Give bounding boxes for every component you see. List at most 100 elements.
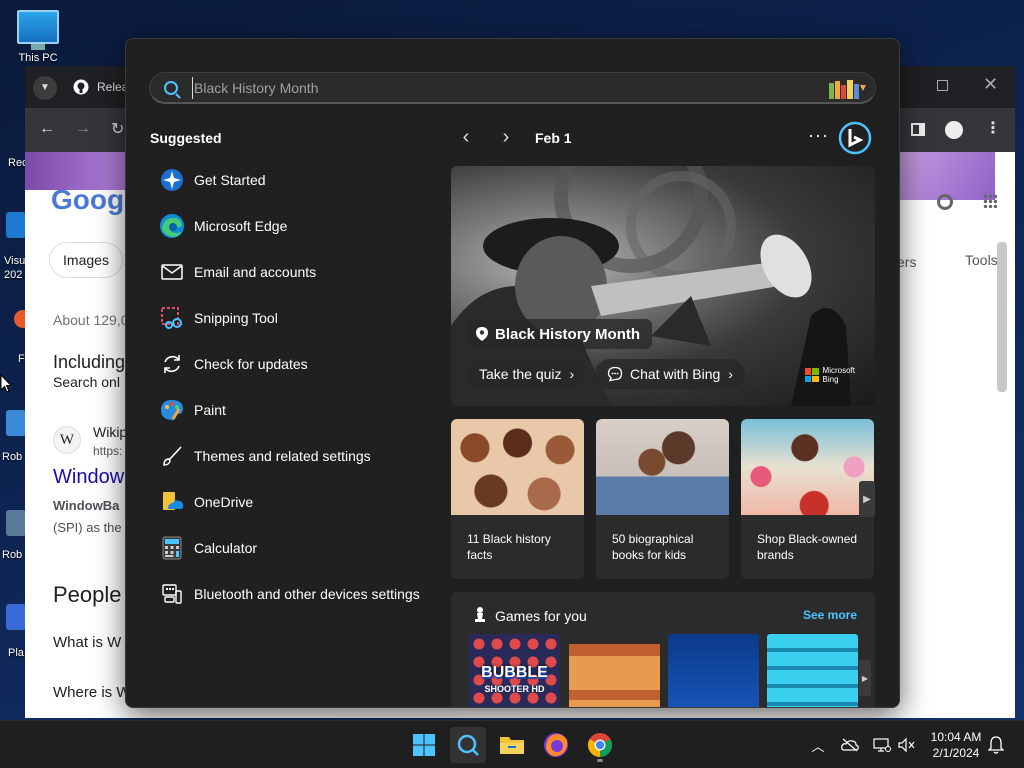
suggested-item-snipping-tool[interactable]: Snipping Tool xyxy=(150,295,440,341)
apps-grid-icon[interactable] xyxy=(983,194,997,208)
forward-button[interactable]: → xyxy=(75,120,91,138)
search-only-link[interactable]: Search onl xyxy=(53,374,120,390)
brush-icon xyxy=(159,443,185,469)
highlight-card[interactable]: 50 biographical books for kids xyxy=(596,419,729,579)
browser-menu-icon[interactable]: ⋮ xyxy=(985,118,1001,138)
tools-button[interactable]: Tools xyxy=(965,252,998,268)
robot-icon[interactable] xyxy=(6,510,26,536)
search-input[interactable] xyxy=(192,77,772,99)
taskbar-clock[interactable]: 10:04 AM 2/1/2024 xyxy=(918,729,994,761)
firefox-button[interactable] xyxy=(538,727,574,763)
wiki-site-name: Wikip xyxy=(93,424,128,440)
robot-icon[interactable] xyxy=(6,410,26,436)
suggested-item-label: Calculator xyxy=(194,540,258,556)
highlight-card[interactable]: 11 Black history facts xyxy=(451,419,584,579)
suggested-item-email-accounts[interactable]: Email and accounts xyxy=(150,249,440,295)
suggested-item-label: Themes and related settings xyxy=(194,448,371,464)
desktop-icon-label-partial: Rob xyxy=(2,549,23,561)
suggested-item-label: Bluetooth and other devices settings xyxy=(194,586,420,602)
see-more-link[interactable]: See more xyxy=(803,608,857,622)
page-scrollbar[interactable] xyxy=(997,242,1007,392)
images-chip[interactable]: Images xyxy=(49,242,123,278)
location-pin-icon xyxy=(476,327,488,341)
question-item[interactable]: What is W xyxy=(53,634,121,651)
result-snippet-bold: WindowBa xyxy=(53,498,120,513)
search-box[interactable] xyxy=(149,72,876,104)
profile-icon[interactable] xyxy=(945,121,963,139)
search-icon xyxy=(164,81,178,95)
chevron-up-icon[interactable]: ︿ xyxy=(808,735,828,755)
start-button[interactable] xyxy=(406,727,442,763)
brand-line: Microsoft xyxy=(822,366,855,375)
games-title: Games for you xyxy=(495,608,587,624)
notification-bell-icon[interactable] xyxy=(986,735,1006,755)
maximize-button[interactable] xyxy=(937,80,948,91)
suggested-item-label: Snipping Tool xyxy=(194,310,278,326)
cards-next-arrow[interactable]: ▶ xyxy=(859,481,875,517)
game-tile-bubble-shooter[interactable]: BUBBLE SHOOTER HD xyxy=(469,634,560,707)
reload-button[interactable]: ↻ xyxy=(111,119,124,139)
suggested-item-bluetooth[interactable]: Bluetooth and other devices settings xyxy=(150,571,440,617)
vscode-icon[interactable] xyxy=(6,212,26,238)
suggested-item-calculator[interactable]: Calculator xyxy=(150,525,440,571)
suggested-item-paint[interactable]: Paint xyxy=(150,387,440,433)
suggested-item-check-updates[interactable]: Check for updates xyxy=(150,341,440,387)
suggested-item-microsoft-edge[interactable]: Microsoft Edge xyxy=(150,203,440,249)
chevron-right-icon: › xyxy=(569,366,575,382)
suggested-item-onedrive[interactable]: OneDrive xyxy=(150,479,440,525)
file-explorer-button[interactable] xyxy=(494,727,530,763)
google-logo[interactable]: Googl xyxy=(51,184,132,216)
card-title: 50 biographical books for kids xyxy=(612,532,694,562)
monitor-icon xyxy=(17,10,59,50)
game-tile[interactable] xyxy=(668,634,759,707)
suggested-item-get-started[interactable]: Get Started xyxy=(150,157,440,203)
black-history-hero-card[interactable]: Black History Month Take the quiz › Chat… xyxy=(451,166,875,406)
take-quiz-button[interactable]: Take the quiz › xyxy=(467,359,587,389)
result-link[interactable]: Window xyxy=(53,466,124,489)
card-title: 11 Black history facts xyxy=(467,532,551,562)
highlight-card[interactable]: Shop Black-owned brands xyxy=(741,419,874,579)
chat-with-bing-button[interactable]: Chat with Bing › xyxy=(595,359,745,389)
tab-search-button[interactable]: ▼ xyxy=(33,76,57,100)
suggested-item-label: Paint xyxy=(194,402,226,418)
chrome-icon xyxy=(587,733,613,757)
desktop-icon-this-pc[interactable]: This PC xyxy=(0,10,76,64)
suggested-item-themes[interactable]: Themes and related settings xyxy=(150,433,440,479)
edge-icon xyxy=(159,213,185,239)
gear-icon[interactable] xyxy=(937,194,953,210)
chat-bubble-icon xyxy=(607,366,623,382)
network-icon[interactable] xyxy=(872,735,892,755)
suggested-item-label: OneDrive xyxy=(194,494,254,510)
running-indicator xyxy=(597,759,603,762)
search-taskbar-button[interactable] xyxy=(450,727,486,763)
game-tile[interactable] xyxy=(767,634,858,707)
chevron-right-icon: › xyxy=(728,366,733,382)
games-next-arrow[interactable]: ▶ xyxy=(859,660,871,696)
game-tile[interactable] xyxy=(569,634,660,707)
side-panel-icon[interactable] xyxy=(911,123,925,136)
snipping-tool-icon xyxy=(159,305,185,331)
chrome-button[interactable] xyxy=(582,727,618,763)
clock-time: 10:04 AM xyxy=(930,730,982,744)
onedrive-offline-icon[interactable] xyxy=(840,735,860,755)
question-item[interactable]: Where is W xyxy=(53,684,131,701)
hero-title-chip[interactable]: Black History Month xyxy=(467,319,653,349)
volume-muted-icon[interactable] xyxy=(896,735,916,755)
player-icon[interactable] xyxy=(6,604,26,630)
taskbar: ︿ 10:04 AM 2/1/2024 xyxy=(0,720,1024,768)
search-icon xyxy=(457,734,479,756)
next-button[interactable]: › xyxy=(496,127,516,149)
including-text: Including xyxy=(53,352,126,372)
highlight-cards: 11 Black history facts 50 biographical b… xyxy=(451,419,875,579)
bing-chat-icon[interactable] xyxy=(838,121,872,155)
more-options-button[interactable]: ··· xyxy=(808,125,829,146)
close-button[interactable]: ✕ xyxy=(983,74,998,95)
back-button[interactable]: ← xyxy=(39,120,55,138)
suggested-item-label: Email and accounts xyxy=(194,264,317,280)
windows-logo-icon xyxy=(413,734,435,756)
black-owned-brands-image xyxy=(741,419,874,515)
prev-button[interactable]: ‹ xyxy=(456,127,476,149)
browser-tab-title[interactable]: Relea xyxy=(97,80,128,94)
take-quiz-label: Take the quiz xyxy=(479,366,562,382)
highlights-nav: ‹ › Feb 1 ··· xyxy=(456,121,876,155)
